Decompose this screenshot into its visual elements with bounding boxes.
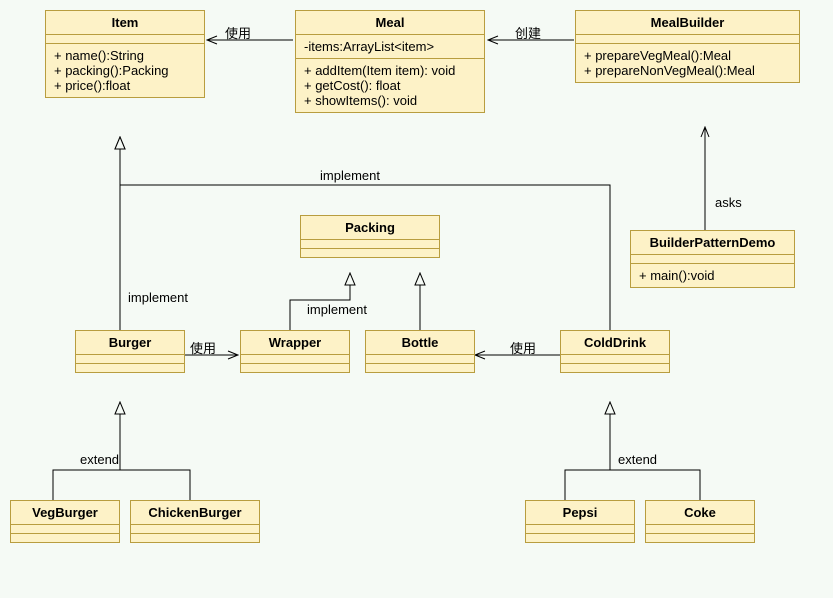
method: + prepareVegMeal():Meal [584, 48, 791, 63]
label-use: 使用 [510, 338, 536, 357]
method-section [646, 534, 754, 542]
method: + getCost(): float [304, 78, 476, 93]
method-section: + prepareVegMeal():Meal + prepareNonVegM… [576, 44, 799, 82]
label-create: 创建 [515, 23, 541, 42]
label-implement: implement [307, 302, 367, 317]
attr-section [131, 525, 259, 534]
attr-section: -items:ArrayList<item> [296, 35, 484, 59]
method: + price():float [54, 78, 196, 93]
method-section [561, 364, 669, 372]
attr-section [241, 355, 349, 364]
attr-section [646, 525, 754, 534]
method: + addItem(Item item): void [304, 63, 476, 78]
attr-section [301, 240, 439, 249]
attr-section [11, 525, 119, 534]
label-use: 使用 [225, 23, 251, 42]
class-chickenburger: ChickenBurger [130, 500, 260, 543]
method-section: + main():void [631, 264, 794, 287]
label-asks: asks [715, 195, 742, 210]
class-title: ColdDrink [561, 331, 669, 355]
class-title: Pepsi [526, 501, 634, 525]
method-section [526, 534, 634, 542]
class-item: Item + name():String + packing():Packing… [45, 10, 205, 98]
class-title: Coke [646, 501, 754, 525]
label-extend: extend [618, 452, 657, 467]
class-title: Bottle [366, 331, 474, 355]
method-section: + addItem(Item item): void + getCost(): … [296, 59, 484, 112]
attr: -items:ArrayList<item> [304, 39, 476, 54]
attr-section [631, 255, 794, 264]
attr-section [76, 355, 184, 364]
class-bottle: Bottle [365, 330, 475, 373]
method-section [301, 249, 439, 257]
class-builderpatterndemo: BuilderPatternDemo + main():void [630, 230, 795, 288]
method: + prepareNonVegMeal():Meal [584, 63, 791, 78]
class-packing: Packing [300, 215, 440, 258]
label-use: 使用 [190, 338, 216, 357]
method: + packing():Packing [54, 63, 196, 78]
class-meal: Meal -items:ArrayList<item> + addItem(It… [295, 10, 485, 113]
class-title: BuilderPatternDemo [631, 231, 794, 255]
attr-section [576, 35, 799, 44]
method: + showItems(): void [304, 93, 476, 108]
method-section [241, 364, 349, 372]
attr-section [366, 355, 474, 364]
class-title: ChickenBurger [131, 501, 259, 525]
class-wrapper: Wrapper [240, 330, 350, 373]
method-section [131, 534, 259, 542]
class-title: Item [46, 11, 204, 35]
method-section [366, 364, 474, 372]
method-section [76, 364, 184, 372]
method-section [11, 534, 119, 542]
method: + name():String [54, 48, 196, 63]
attr-section [561, 355, 669, 364]
method: + main():void [639, 268, 786, 283]
label-implement: implement [128, 290, 188, 305]
class-title: Packing [301, 216, 439, 240]
attr-section [46, 35, 204, 44]
class-title: MealBuilder [576, 11, 799, 35]
class-title: Meal [296, 11, 484, 35]
class-pepsi: Pepsi [525, 500, 635, 543]
method-section: + name():String + packing():Packing + pr… [46, 44, 204, 97]
class-mealbuilder: MealBuilder + prepareVegMeal():Meal + pr… [575, 10, 800, 83]
uml-diagram: Item + name():String + packing():Packing… [0, 0, 833, 598]
class-burger: Burger [75, 330, 185, 373]
class-colddrink: ColdDrink [560, 330, 670, 373]
label-extend: extend [80, 452, 119, 467]
class-title: Burger [76, 331, 184, 355]
label-implement: implement [320, 168, 380, 183]
class-coke: Coke [645, 500, 755, 543]
class-title: Wrapper [241, 331, 349, 355]
class-vegburger: VegBurger [10, 500, 120, 543]
attr-section [526, 525, 634, 534]
class-title: VegBurger [11, 501, 119, 525]
